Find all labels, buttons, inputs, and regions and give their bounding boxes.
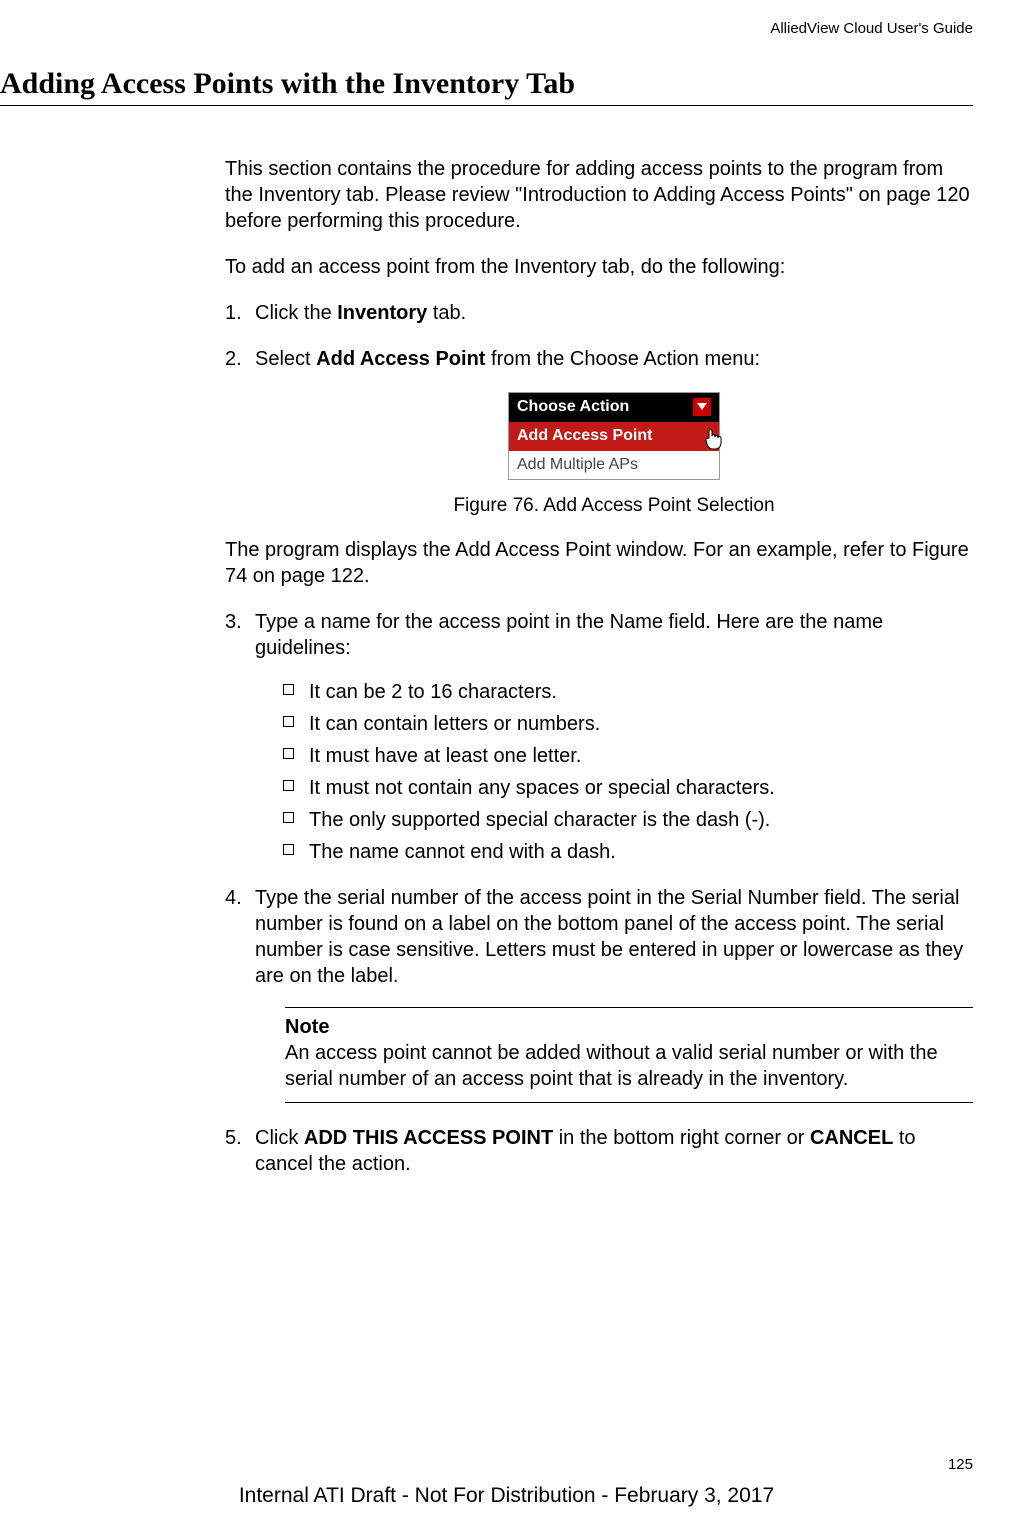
step-5: Click ADD THIS ACCESS POINT in the botto…: [225, 1125, 973, 1177]
step-5-text-a: Click: [255, 1127, 304, 1149]
step-3-text: Type a name for the access point in the …: [255, 611, 883, 659]
step-4-text: Type the serial number of the access poi…: [255, 887, 963, 987]
step-5-bold-1: ADD THIS ACCESS POINT: [304, 1127, 553, 1149]
guideline-item: The only supported special character is …: [283, 807, 973, 833]
intro-paragraph-1: This section contains the procedure for …: [225, 156, 973, 234]
note-block: Note An access point cannot be added wit…: [285, 1007, 973, 1103]
guideline-item: It can be 2 to 16 characters.: [283, 679, 973, 705]
dropdown-item-add-multiple-aps[interactable]: Add Multiple APs: [509, 451, 719, 480]
note-body: An access point cannot be added without …: [285, 1040, 973, 1092]
intro-paragraph-2: To add an access point from the Inventor…: [225, 254, 973, 280]
note-title: Note: [285, 1014, 973, 1040]
after-figure-paragraph: The program displays the Add Access Poin…: [225, 537, 973, 589]
guideline-item: The name cannot end with a dash.: [283, 839, 973, 865]
header-doc-title: AlliedView Cloud User's Guide: [0, 20, 973, 37]
dropdown-item-add-access-point[interactable]: Add Access Point: [509, 422, 719, 451]
step-4: Type the serial number of the access poi…: [225, 885, 973, 1103]
step-2-text-a: Select: [255, 348, 316, 370]
chevron-down-icon[interactable]: [693, 398, 711, 416]
figure-caption: Figure 76. Add Access Point Selection: [255, 494, 973, 519]
cursor-hand-icon: [703, 428, 723, 457]
step-5-bold-2: CANCEL: [810, 1127, 893, 1149]
step-1-text-a: Click the: [255, 302, 337, 324]
step-5-text-c: in the bottom right corner or: [553, 1127, 810, 1149]
step-3: Type a name for the access point in the …: [225, 609, 973, 865]
choose-action-dropdown[interactable]: Choose Action Add Access Point: [508, 392, 720, 480]
step-2: Select Add Access Point from the Choose …: [225, 346, 973, 589]
dropdown-selected-label: Add Access Point: [517, 427, 652, 444]
step-2-bold: Add Access Point: [316, 348, 485, 370]
guideline-item: It must not contain any spaces or specia…: [283, 775, 973, 801]
step-2-text-c: from the Choose Action menu:: [485, 348, 760, 370]
footer-text: Internal ATI Draft - Not For Distributio…: [0, 1484, 1013, 1508]
step-1-text-c: tab.: [427, 302, 466, 324]
dropdown-header-label: Choose Action: [517, 397, 629, 418]
step-1: Click the Inventory tab.: [225, 300, 973, 326]
section-title: Adding Access Points with the Inventory …: [0, 67, 973, 106]
dropdown-header[interactable]: Choose Action: [509, 393, 719, 422]
guideline-item: It can contain letters or numbers.: [283, 711, 973, 737]
guideline-item: It must have at least one letter.: [283, 743, 973, 769]
step-1-bold: Inventory: [337, 302, 427, 324]
dropdown-other-label: Add Multiple APs: [517, 456, 638, 473]
page-number: 125: [948, 1456, 973, 1473]
